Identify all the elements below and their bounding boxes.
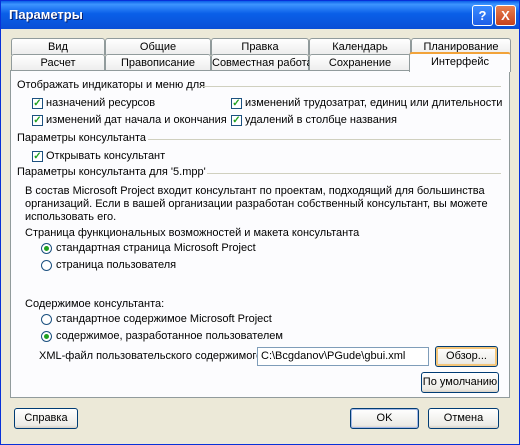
resource-assignments-label: назначений ресурсов <box>46 97 156 109</box>
tab-view[interactable]: Вид <box>11 38 105 55</box>
tab-save[interactable]: Сохранение <box>309 54 411 71</box>
tab-spelling[interactable]: Правописание <box>105 54 211 71</box>
open-advisor-label: Открывать консультант <box>46 150 166 162</box>
description-line-3: использовать его. <box>25 211 117 223</box>
user-content-label: содержимое, разработанное пользователем <box>56 330 283 342</box>
close-button[interactable]: X <box>495 5 516 26</box>
tab-calendar[interactable]: Календарь <box>309 38 411 55</box>
title-bar[interactable]: Параметры ? X <box>1 1 519 29</box>
browse-button[interactable]: Обзор... <box>435 346 498 367</box>
date-changes-checkbox[interactable]: ✓ <box>32 115 43 126</box>
ok-button[interactable]: OK <box>350 408 419 429</box>
tab-interface[interactable]: Интерфейс <box>409 52 511 72</box>
tab-general[interactable]: Общие <box>105 38 211 55</box>
standard-content-label: стандартное содержимое Microsoft Project <box>56 313 272 325</box>
user-content-radio[interactable] <box>41 331 52 342</box>
tab-collaborate[interactable]: Совместная работа <box>211 54 313 71</box>
xml-file-input[interactable]: C:\Bcgdanov\PGude\gbui.xml <box>257 347 429 366</box>
tab-calculation[interactable]: Расчет <box>11 54 105 71</box>
indicators-section-title: Отображать индикаторы и меню для <box>17 79 206 91</box>
help-button[interactable]: Справка <box>14 408 78 429</box>
window-title: Параметры <box>9 7 83 22</box>
description-line-1: В состав Microsoft Project входит консул… <box>25 185 485 197</box>
description-line-2: организаций. Если в вашей организации ра… <box>25 198 488 210</box>
name-deletion-checkbox[interactable]: ✓ <box>231 115 242 126</box>
date-changes-label: изменений дат начала и окончания <box>46 114 227 126</box>
work-changes-label: изменений трудозатрат, единиц или длител… <box>245 97 503 109</box>
section-divider <box>201 86 501 87</box>
layout-page-label: Страница функциональных возможностей и м… <box>25 227 360 239</box>
help-title-button[interactable]: ? <box>472 5 493 26</box>
advisor-section-title: Параметры консультанта <box>17 132 147 144</box>
project-advisor-section-title: Параметры консультанта для '5.mpp' <box>17 166 206 178</box>
section-divider <box>148 139 501 140</box>
xml-file-label: XML-файл пользовательского содержимого: <box>39 350 266 362</box>
options-dialog: Параметры ? X Вид Общие Правка Календарь… <box>0 0 520 445</box>
advisor-content-label: Содержимое консультанта: <box>25 298 165 310</box>
user-page-radio[interactable] <box>41 260 52 271</box>
defaults-button[interactable]: По умолчанию <box>421 372 499 393</box>
standard-page-label: стандартная страница Microsoft Project <box>56 242 256 254</box>
resource-assignments-checkbox[interactable]: ✓ <box>32 98 43 109</box>
work-changes-checkbox[interactable]: ✓ <box>231 98 242 109</box>
section-divider <box>207 173 501 174</box>
standard-page-radio[interactable] <box>41 243 52 254</box>
standard-content-radio[interactable] <box>41 314 52 325</box>
cancel-button[interactable]: Отмена <box>428 408 499 429</box>
user-page-label: страница пользователя <box>56 259 177 271</box>
tab-edit[interactable]: Правка <box>211 38 309 55</box>
name-deletion-label: удалений в столбце названия <box>245 114 398 126</box>
open-advisor-checkbox[interactable]: ✓ <box>32 151 43 162</box>
